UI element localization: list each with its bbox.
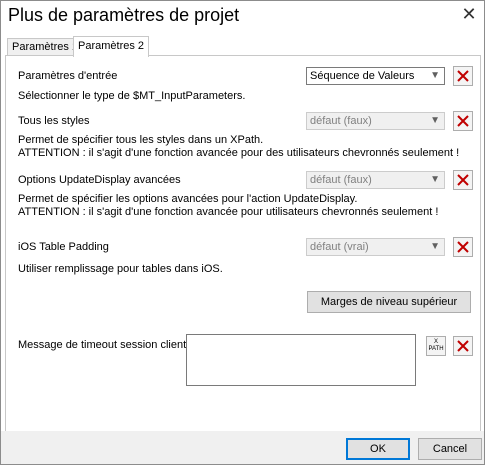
dialog-title: Plus de paramètres de projet xyxy=(8,5,240,25)
delete-icon xyxy=(457,70,469,82)
select-value: Séquence de Valeurs xyxy=(310,70,415,82)
timeout-message-label: Message de timeout session client : xyxy=(18,339,193,351)
cancel-button[interactable]: Cancel xyxy=(418,438,482,460)
ios-table-padding-select[interactable]: défaut (vrai) ▼ xyxy=(306,238,445,256)
top-level-margins-button[interactable]: Marges de niveau supérieur xyxy=(307,291,471,313)
delete-icon xyxy=(457,340,469,352)
tab-label: Paramètres 2 xyxy=(78,40,145,52)
close-icon[interactable]: ✕ xyxy=(457,3,481,25)
xpath-icon[interactable]: X PATH xyxy=(426,336,446,356)
update-display-select[interactable]: défaut (faux) ▼ xyxy=(306,171,445,189)
all-styles-description: Permet de spécifier tous les styles dans… xyxy=(18,134,264,146)
chevron-down-icon: ▼ xyxy=(430,241,440,252)
timeout-delete-button[interactable] xyxy=(453,336,473,356)
ios-table-padding-label: iOS Table Padding xyxy=(18,241,109,253)
tab-parametres-2[interactable]: Paramètres 2 xyxy=(73,36,150,57)
input-parameters-label: Paramètres d'entrée xyxy=(18,70,118,82)
timeout-message-input[interactable] xyxy=(186,334,416,386)
xpath-label-top: X xyxy=(433,339,438,345)
ios-table-padding-description: Utiliser remplissage pour tables dans iO… xyxy=(18,263,223,275)
input-parameters-select[interactable]: Séquence de Valeurs ▼ xyxy=(306,67,445,85)
update-display-delete-button[interactable] xyxy=(453,170,473,190)
tab-parametres-1[interactable]: Paramètres 1 xyxy=(7,38,84,56)
ios-table-padding-delete-button[interactable] xyxy=(453,237,473,257)
project-settings-dialog: Plus de paramètres de projet ✕ Paramètre… xyxy=(0,0,485,465)
input-parameters-description: Sélectionner le type de $MT_InputParamet… xyxy=(18,90,246,102)
chevron-down-icon: ▼ xyxy=(430,174,440,185)
all-styles-delete-button[interactable] xyxy=(453,111,473,131)
xpath-label-bottom: PATH xyxy=(428,346,444,352)
delete-icon xyxy=(457,115,469,127)
delete-icon xyxy=(457,241,469,253)
tab-label: Paramètres 1 xyxy=(12,41,79,53)
select-value: défaut (faux) xyxy=(310,174,372,186)
all-styles-label: Tous les styles xyxy=(18,115,90,127)
chevron-down-icon: ▼ xyxy=(430,70,440,81)
ok-button[interactable]: OK xyxy=(346,438,410,460)
update-display-warning: ATTENTION : il s'agit d'une fonction ava… xyxy=(18,206,439,218)
delete-icon xyxy=(457,174,469,186)
select-value: défaut (faux) xyxy=(310,115,372,127)
select-value: défaut (vrai) xyxy=(310,241,369,253)
update-display-description: Permet de spécifier les options avancées… xyxy=(18,193,358,205)
dialog-footer xyxy=(1,431,484,464)
all-styles-warning: ATTENTION : il s'agit d'une fonction ava… xyxy=(18,147,460,159)
update-display-label: Options UpdateDisplay avancées xyxy=(18,174,181,186)
input-parameters-delete-button[interactable] xyxy=(453,66,473,86)
chevron-down-icon: ▼ xyxy=(430,115,440,126)
all-styles-select[interactable]: défaut (faux) ▼ xyxy=(306,112,445,130)
